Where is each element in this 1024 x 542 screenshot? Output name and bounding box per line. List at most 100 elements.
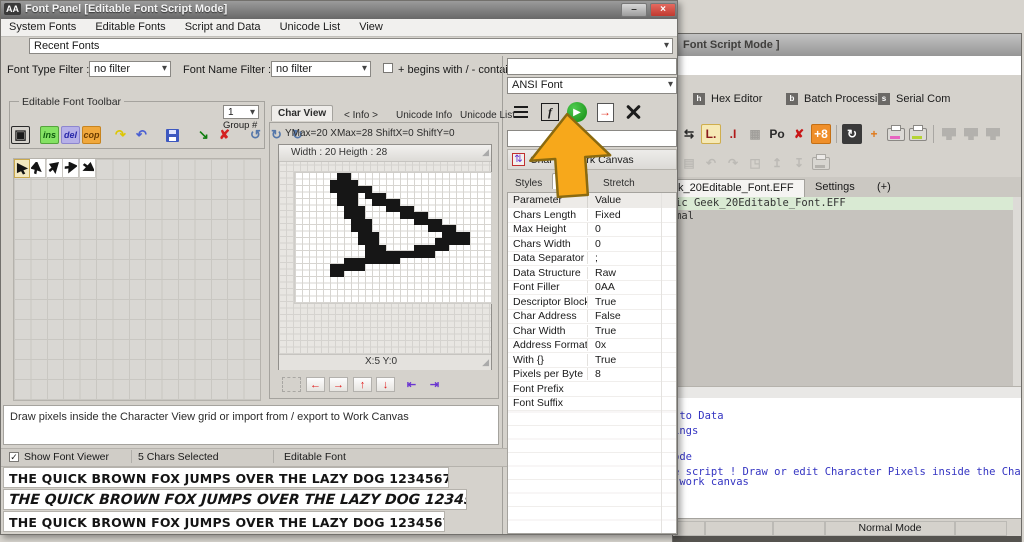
import-grid-button[interactable]: ↘ [194, 126, 213, 144]
recent-fonts-combo[interactable]: Recent Fonts ▾ [29, 38, 673, 54]
menu-system-fonts[interactable]: System Fonts [1, 19, 84, 36]
font-viewer-button[interactable]: ▣ [11, 126, 30, 144]
move-down-button[interactable]: ↓ [376, 377, 395, 392]
stamp-icon[interactable] [983, 124, 1003, 144]
rotate-left-button[interactable]: ↺ [246, 126, 265, 144]
parameter-row[interactable]: Descriptor Block True [508, 295, 676, 310]
delete-button[interactable]: del [61, 126, 80, 144]
file-tab-label: k_20Editable_Font.EFF [678, 182, 794, 194]
resize-grip-icon[interactable]: ◢ [482, 147, 489, 158]
cursor-glyph-icon [82, 161, 94, 171]
resize-canvas-icon[interactable]: + [864, 124, 884, 144]
shift-left-button[interactable]: ⇤ [402, 377, 421, 392]
po-icon[interactable]: Po [767, 124, 787, 144]
stamp-icon[interactable] [939, 124, 959, 144]
stamp-icon [986, 128, 1000, 140]
shift-up-icon[interactable]: ↥ [767, 153, 787, 173]
file-tab-active[interactable]: k_20Editable_Font.EFF [673, 179, 805, 197]
redo-yellow-button[interactable]: ↷ [111, 126, 130, 144]
show-font-viewer-checkbox[interactable]: ✓ [9, 452, 19, 462]
move-left-button[interactable]: ← [306, 377, 325, 392]
status-cell [955, 521, 1007, 536]
editor-scrollbar[interactable] [1013, 197, 1021, 386]
glyph-pixel [442, 244, 449, 251]
resize-grip-icon[interactable]: ◢ [482, 357, 489, 368]
move-up-button[interactable]: ↑ [353, 377, 372, 392]
tab-char-view[interactable]: Char View [271, 105, 334, 121]
group-number-combo[interactable]: 1 ▾ [223, 105, 259, 119]
printer-icon [887, 124, 905, 141]
parameter-row[interactable]: Pixels per Byte 8 [508, 368, 676, 382]
selection-box-button[interactable] [282, 377, 301, 392]
parameter-row[interactable]: Data Separator; [508, 252, 676, 266]
font-name-filter-label: Font Name Filter : [183, 64, 272, 76]
parameter-row[interactable]: Address Format 0x [508, 339, 676, 353]
parameter-row[interactable]: Char Address False [508, 310, 676, 324]
sync-icon[interactable]: ↻ [842, 124, 862, 144]
char-selector-grid[interactable] [13, 158, 261, 401]
shift-down-icon[interactable]: ↧ [789, 153, 809, 173]
delete-red-x-icon[interactable]: ✘ [789, 124, 809, 144]
parameter-row[interactable]: Font Filler 0AA [508, 281, 676, 295]
move-right-button[interactable]: → [329, 377, 348, 392]
plus8-icon[interactable]: +8 [811, 124, 831, 144]
kerning-icon[interactable]: ⇆ [679, 124, 699, 144]
parameter-row[interactable]: Chars Length Fixed [508, 208, 676, 223]
menu-script-and-data[interactable]: Script and Data [177, 19, 269, 36]
insert-button[interactable]: ins [40, 126, 59, 144]
print-gray-icon[interactable] [811, 153, 831, 173]
cursor-glyph-icon [64, 161, 78, 174]
dot-i-icon[interactable]: .I [723, 124, 743, 144]
print-color-icon[interactable] [908, 124, 928, 144]
font-format-combo[interactable]: ANSI Font ▾ [507, 77, 677, 94]
right-panel-input[interactable] [507, 58, 677, 75]
glyph-pixel [358, 186, 365, 193]
back-title-bar[interactable]: Font Script Mode ] [673, 34, 1021, 57]
save-button[interactable] [163, 126, 182, 144]
tab-unicode-info[interactable]: Unicode Info [389, 107, 459, 123]
stamp-icon[interactable] [961, 124, 981, 144]
file-tab-settings[interactable]: Settings [807, 179, 863, 197]
undo-icon[interactable]: ↶ [701, 153, 721, 173]
box-dropdown-icon[interactable]: ◳ [745, 153, 765, 173]
tab-info[interactable]: < Info > [337, 107, 385, 123]
pixel-draw-grid[interactable] [294, 172, 492, 304]
char-cell-selected[interactable] [14, 159, 30, 178]
parameter-name: Font Filler [513, 281, 560, 294]
copy-button[interactable]: cop [82, 126, 101, 144]
close-button[interactable]: × [650, 3, 676, 17]
char-cell[interactable] [30, 159, 47, 178]
parameter-row[interactable]: Font Suffix [508, 397, 676, 411]
parameter-row[interactable]: Font Prefix [508, 382, 676, 397]
parameter-row[interactable]: With {} True [508, 353, 676, 368]
page-icon[interactable]: ▤ [679, 153, 699, 173]
font-type-filter-combo[interactable]: no filter ▾ [89, 61, 171, 77]
preview-text: THE QUICK BROWN FOX JUMPS OVER THE LAZY … [9, 471, 449, 486]
menu-editable-fonts[interactable]: Editable Fonts [87, 19, 173, 36]
menu-unicode-list[interactable]: Unicode List [272, 19, 349, 36]
print-pink-icon[interactable] [886, 124, 906, 144]
undo-blue-button[interactable]: ↶ [132, 126, 151, 144]
script-editor[interactable]: ic Geek_20Editable_Font.EFF mal [673, 197, 1021, 386]
menu-view[interactable]: View [351, 19, 391, 36]
begins-with-checkbox[interactable] [383, 63, 393, 73]
parameter-row[interactable]: Char Width True [508, 324, 676, 339]
char-cell[interactable] [63, 159, 80, 178]
redo-icon[interactable]: ↷ [723, 153, 743, 173]
file-tab-add[interactable]: (+) [873, 179, 895, 197]
char-cell[interactable] [79, 159, 96, 178]
shift-right-button[interactable]: ⇥ [425, 377, 444, 392]
parameter-row[interactable]: Data Structure Raw [508, 266, 676, 281]
window-font-panel: AA Font Panel [Editable Font Script Mode… [0, 0, 678, 535]
front-title-bar[interactable]: AA Font Panel [Editable Font Script Mode… [1, 1, 677, 19]
lcd-dot-icon[interactable]: L. [701, 124, 721, 144]
parameter-row[interactable]: Chars Width 0 [508, 237, 676, 252]
parameter-row[interactable]: Max Height 0 [508, 223, 676, 237]
tools-button[interactable] [620, 99, 646, 125]
clear-red-button[interactable]: ✘ [215, 126, 234, 144]
char-cell[interactable] [46, 159, 63, 178]
grid-icon[interactable]: ▦ [745, 124, 765, 144]
glyph-pixel [358, 238, 365, 245]
font-name-filter-combo[interactable]: no filter ▾ [271, 61, 371, 77]
minimize-button[interactable]: – [621, 3, 647, 17]
